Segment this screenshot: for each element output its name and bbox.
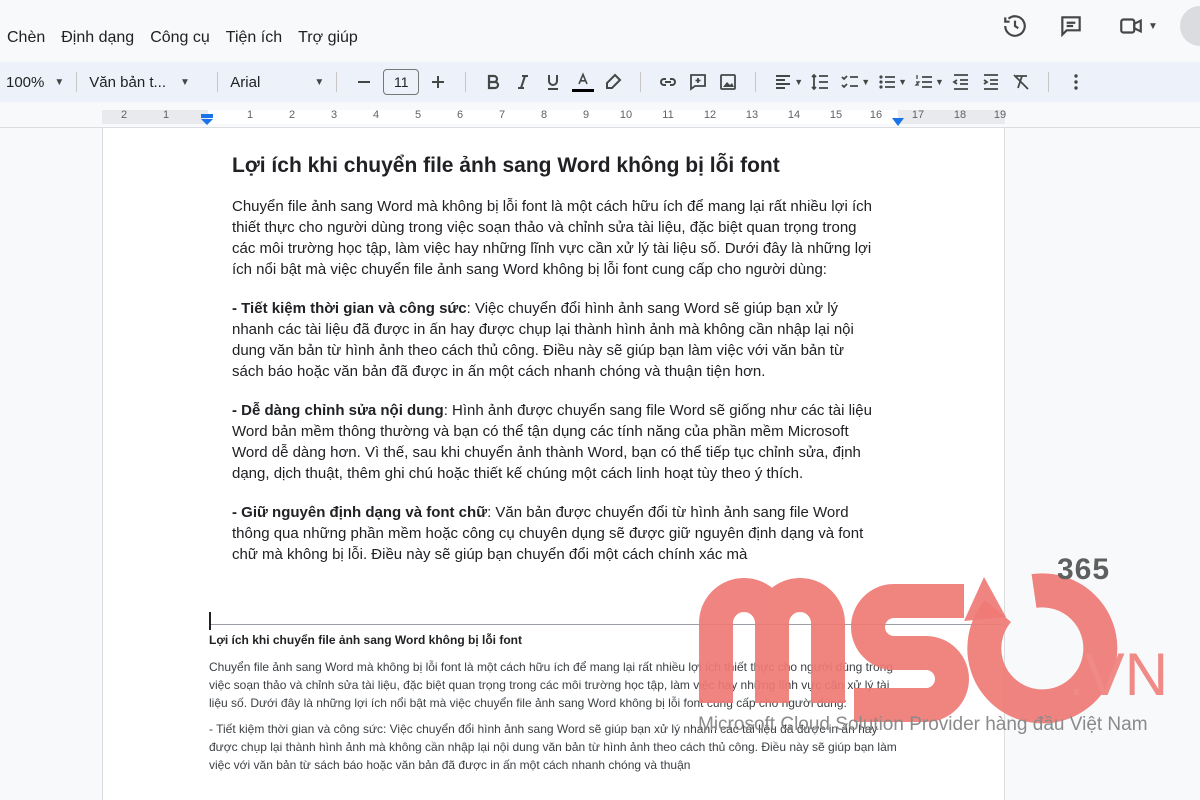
chevron-down-icon: ▼ — [898, 77, 908, 87]
chevron-down-icon: ▼ — [180, 76, 190, 88]
decrease-indent-icon[interactable] — [946, 67, 976, 97]
ruler-number: 4 — [372, 109, 380, 121]
ruler-number: 19 — [993, 109, 1007, 121]
toolbar-divider — [640, 72, 642, 92]
menu-help[interactable]: Trợ giúp — [291, 26, 367, 50]
highlight-pen-icon[interactable] — [598, 67, 628, 97]
ruler-number: 7 — [498, 109, 506, 121]
benefit-title: - Giữ nguyên định dạng và font chữ — [232, 504, 488, 521]
text-cursor — [209, 612, 211, 630]
ruler-number: 6 — [456, 109, 464, 121]
watermark-tagline: Microsoft Cloud Solution Provider hàng đ… — [698, 714, 1148, 735]
ruler-number: 16 — [869, 109, 883, 121]
horizontal-rule — [211, 624, 1001, 625]
menu-items: Chèn Định dạng Công cụ Tiện ích Trợ giúp — [0, 26, 367, 50]
link-icon[interactable] — [653, 67, 683, 97]
menu-insert[interactable]: Chèn — [0, 26, 54, 50]
italic-button[interactable] — [508, 67, 538, 97]
benefit-title: - Dễ dàng chỉnh sửa nội dung — [232, 402, 444, 419]
zoom-value: 100% — [6, 73, 45, 91]
increase-indent-icon[interactable] — [976, 67, 1006, 97]
watermark-365: 365 — [1057, 553, 1111, 586]
chevron-down-icon: ▼ — [314, 76, 325, 88]
text-color-icon[interactable] — [568, 67, 598, 97]
ruler-number: 1 — [162, 109, 170, 121]
document-body: Chuyển file ảnh sang Word mà không bị lỗ… — [232, 196, 877, 583]
menu-extensions[interactable]: Tiện ích — [219, 26, 291, 50]
ruler-number: 5 — [414, 109, 422, 121]
chevron-down-icon: ▼ — [861, 77, 871, 87]
clear-formatting-icon[interactable] — [1006, 67, 1036, 97]
ruler-number: 2 — [120, 109, 128, 121]
comments-icon[interactable] — [1056, 11, 1086, 41]
increase-font-size-button[interactable] — [423, 67, 453, 97]
style-select[interactable]: Văn bản t... ▼ — [89, 67, 205, 97]
ruler-number: 2 — [288, 109, 296, 121]
benefit-paragraph: - Tiết kiệm thời gian và công sức: Việc … — [232, 298, 877, 382]
benefit-paragraph: - Giữ nguyên định dạng và font chữ: Văn … — [232, 502, 877, 565]
document-canvas: Lợi ích khi chuyển file ảnh sang Word kh… — [0, 128, 1200, 800]
pasted-intro: Chuyển file ảnh sang Word mà không bị lỗ… — [209, 660, 893, 710]
ruler-number: 14 — [787, 109, 801, 121]
ruler-number: 17 — [911, 109, 925, 121]
document-heading: Lợi ích khi chuyển file ảnh sang Word kh… — [232, 154, 780, 177]
watermark-vn: .VN — [1068, 641, 1169, 708]
zoom-select[interactable]: 100% ▼ — [6, 67, 64, 97]
font-value: Arial — [230, 73, 261, 91]
ruler[interactable]: 2 1 1 2 3 4 5 6 7 8 9 10 11 12 13 14 15 … — [0, 102, 1200, 128]
toolbar-divider — [465, 72, 467, 92]
toolbar-divider — [336, 72, 338, 92]
ruler-number: 15 — [829, 109, 843, 121]
toolbar-divider — [1047, 72, 1049, 92]
underline-button[interactable] — [538, 67, 568, 97]
benefit-title: - Tiết kiệm thời gian và công sức — [232, 300, 467, 317]
toolbar-divider — [76, 72, 78, 92]
ruler-left-margin — [102, 110, 208, 124]
line-spacing-icon[interactable] — [805, 67, 835, 97]
top-right-actions: ▼ — [1000, 6, 1200, 46]
bold-button[interactable] — [478, 67, 508, 97]
insert-image-icon[interactable] — [713, 67, 743, 97]
avatar[interactable] — [1180, 6, 1200, 46]
pasted-heading: Lợi ích khi chuyển file ảnh sang Word kh… — [209, 633, 522, 647]
ruler-number: 13 — [745, 109, 759, 121]
right-indent-marker[interactable] — [891, 118, 905, 128]
more-options-icon[interactable] — [1061, 67, 1091, 97]
intro-paragraph: Chuyển file ảnh sang Word mà không bị lỗ… — [232, 198, 872, 278]
ruler-number: 3 — [330, 109, 338, 121]
docs-window: Chèn Định dạng Công cụ Tiện ích Trợ giúp… — [0, 0, 1200, 800]
font-select[interactable]: Arial ▼ — [230, 67, 324, 97]
decrease-font-size-button[interactable] — [349, 67, 379, 97]
toolbar-divider — [217, 72, 219, 92]
menu-format[interactable]: Định dạng — [54, 26, 143, 50]
toolbar-divider — [755, 72, 757, 92]
ruler-number: 18 — [953, 109, 967, 121]
ruler-number: 8 — [540, 109, 548, 121]
ruler-number: 10 — [619, 109, 633, 121]
benefit-paragraph: - Dễ dàng chỉnh sửa nội dung: Hình ảnh đ… — [232, 400, 877, 484]
formatting-toolbar: 100% ▼ Văn bản t... ▼ Arial ▼ 11 ▼ ▼ ▼ ▼ — [0, 62, 1200, 102]
chevron-down-icon: ▼ — [54, 76, 65, 88]
style-value: Văn bản t... — [89, 73, 167, 91]
left-indent-marker[interactable] — [200, 114, 214, 128]
version-history-icon[interactable] — [1000, 11, 1030, 41]
document-page[interactable]: Lợi ích khi chuyển file ảnh sang Word kh… — [102, 128, 1005, 800]
menu-tools[interactable]: Công cụ — [143, 26, 219, 50]
ruler-number: 12 — [703, 109, 717, 121]
chevron-down-icon: ▼ — [1148, 20, 1158, 32]
menu-bar: Chèn Định dạng Công cụ Tiện ích Trợ giúp… — [0, 0, 1200, 62]
ruler-number: 9 — [582, 109, 590, 121]
chevron-down-icon: ▼ — [794, 77, 804, 87]
meet-video-icon[interactable]: ▼ — [1116, 11, 1160, 41]
ruler-number: 1 — [246, 109, 254, 121]
add-comment-icon[interactable] — [683, 67, 713, 97]
ruler-number: 11 — [662, 109, 674, 121]
chevron-down-icon: ▼ — [935, 77, 944, 87]
font-size-input[interactable]: 11 — [383, 69, 420, 95]
